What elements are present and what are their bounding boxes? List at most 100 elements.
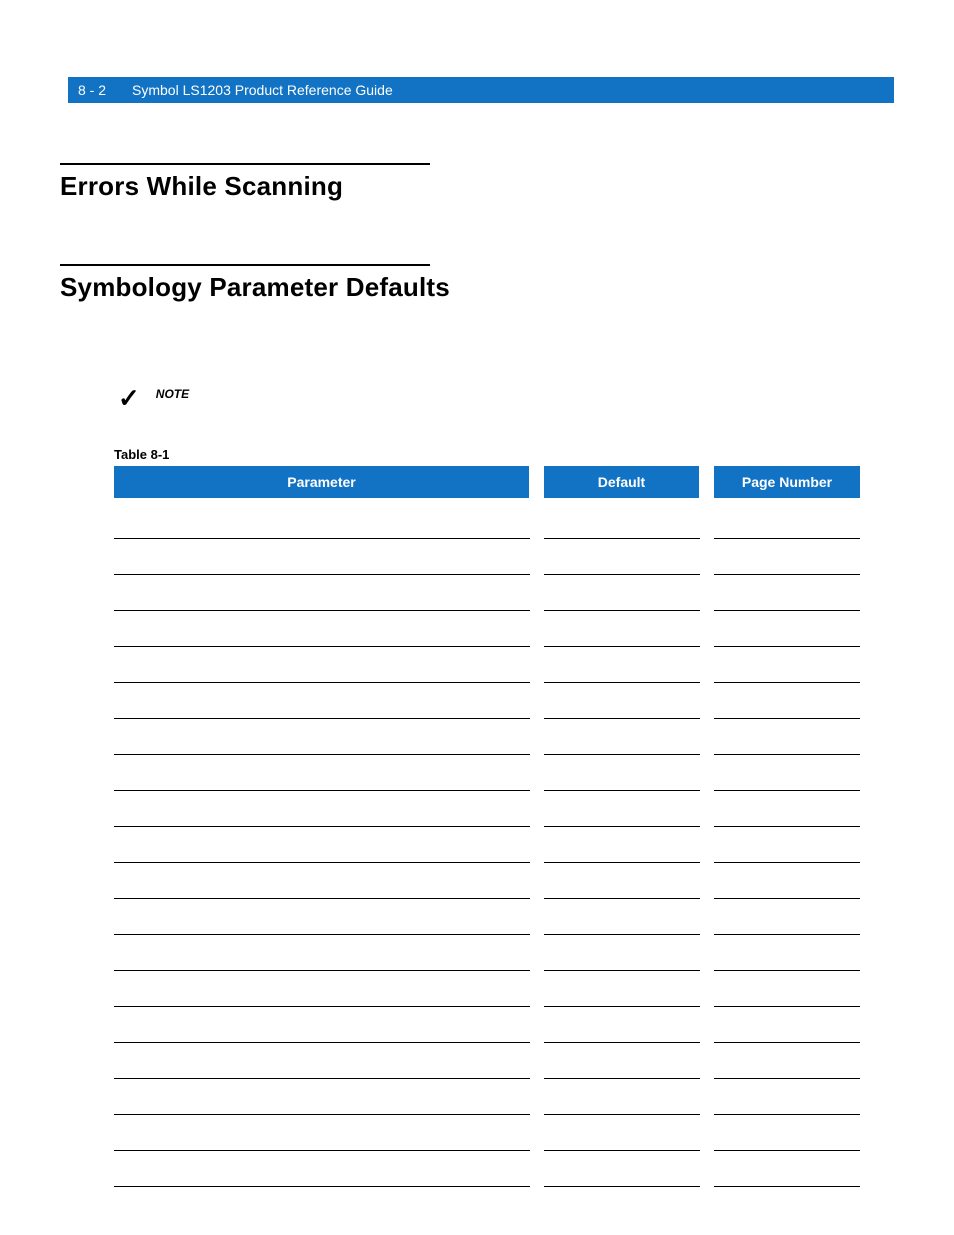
table-row	[114, 1150, 860, 1186]
cell-page-number	[714, 646, 860, 682]
cell-gap	[530, 826, 544, 862]
cell-gap	[700, 898, 714, 934]
cell-gap	[530, 862, 544, 898]
cell-default	[544, 682, 700, 718]
cell-gap	[530, 610, 544, 646]
cell-parameter	[114, 682, 530, 718]
cell-gap	[530, 1078, 544, 1114]
cell-parameter	[114, 1114, 530, 1150]
cell-gap	[700, 718, 714, 754]
cell-default	[544, 1150, 700, 1186]
table-row	[114, 682, 860, 718]
cell-page-number	[714, 610, 860, 646]
cell-default	[544, 754, 700, 790]
header-page-number: 8 - 2	[78, 82, 106, 98]
cell-gap	[530, 1150, 544, 1186]
cell-default	[544, 1042, 700, 1078]
cell-gap	[530, 646, 544, 682]
table-row	[114, 898, 860, 934]
cell-gap	[530, 970, 544, 1006]
section-rule-2	[60, 264, 430, 266]
cell-gap	[700, 1042, 714, 1078]
cell-parameter	[114, 1042, 530, 1078]
col-header-gap	[700, 466, 714, 498]
table-row	[114, 574, 860, 610]
section-title-defaults: Symbology Parameter Defaults	[60, 272, 894, 303]
cell-default	[544, 718, 700, 754]
cell-parameter	[114, 574, 530, 610]
cell-default	[544, 934, 700, 970]
header-title: Symbol LS1203 Product Reference Guide	[132, 82, 393, 98]
table-row	[114, 970, 860, 1006]
cell-gap	[530, 898, 544, 934]
table-caption: Table 8-1	[114, 447, 894, 462]
cell-page-number	[714, 1114, 860, 1150]
note-block: ✓ NOTE	[118, 385, 894, 411]
header-blue-bar: 8 - 2 Symbol LS1203 Product Reference Gu…	[68, 77, 894, 103]
cell-page-number	[714, 1006, 860, 1042]
cell-parameter	[114, 610, 530, 646]
cell-page-number	[714, 898, 860, 934]
cell-gap	[700, 934, 714, 970]
cell-parameter	[114, 538, 530, 574]
cell-page-number	[714, 826, 860, 862]
cell-gap	[700, 1078, 714, 1114]
table-row	[114, 1042, 860, 1078]
cell-gap	[530, 1042, 544, 1078]
cell-parameter	[114, 646, 530, 682]
table-row	[114, 610, 860, 646]
table-row	[114, 1006, 860, 1042]
check-icon: ✓	[118, 385, 140, 411]
cell-gap	[700, 862, 714, 898]
cell-page-number	[714, 682, 860, 718]
cell-page-number	[714, 790, 860, 826]
cell-page-number	[714, 574, 860, 610]
cell-gap	[700, 610, 714, 646]
table-row	[114, 826, 860, 862]
cell-parameter	[114, 862, 530, 898]
cell-gap	[700, 574, 714, 610]
cell-default	[544, 538, 700, 574]
cell-gap	[700, 754, 714, 790]
cell-gap	[700, 970, 714, 1006]
cell-gap	[530, 1006, 544, 1042]
cell-parameter	[114, 1006, 530, 1042]
cell-gap	[700, 790, 714, 826]
cell-page-number	[714, 498, 860, 538]
cell-default	[544, 862, 700, 898]
cell-parameter	[114, 718, 530, 754]
cell-page-number	[714, 1042, 860, 1078]
cell-page-number	[714, 754, 860, 790]
cell-gap	[700, 826, 714, 862]
cell-gap	[530, 1114, 544, 1150]
cell-default	[544, 498, 700, 538]
cell-default	[544, 1006, 700, 1042]
cell-gap	[700, 538, 714, 574]
col-header-page-number: Page Number	[714, 466, 860, 498]
cell-default	[544, 1078, 700, 1114]
cell-gap	[530, 754, 544, 790]
cell-page-number	[714, 538, 860, 574]
table-row	[114, 498, 860, 538]
cell-gap	[530, 790, 544, 826]
cell-parameter	[114, 754, 530, 790]
cell-parameter	[114, 1078, 530, 1114]
table-row	[114, 646, 860, 682]
cell-default	[544, 898, 700, 934]
cell-gap	[700, 682, 714, 718]
table-row	[114, 934, 860, 970]
cell-page-number	[714, 970, 860, 1006]
table-row	[114, 1078, 860, 1114]
cell-default	[544, 826, 700, 862]
cell-gap	[700, 1114, 714, 1150]
table-row	[114, 538, 860, 574]
cell-default	[544, 646, 700, 682]
section-rule-1	[60, 163, 430, 165]
cell-gap	[530, 682, 544, 718]
cell-gap	[530, 574, 544, 610]
cell-parameter	[114, 498, 530, 538]
table-header-row: Parameter Default Page Number	[114, 466, 860, 498]
col-header-default: Default	[544, 466, 700, 498]
cell-default	[544, 790, 700, 826]
cell-parameter	[114, 934, 530, 970]
